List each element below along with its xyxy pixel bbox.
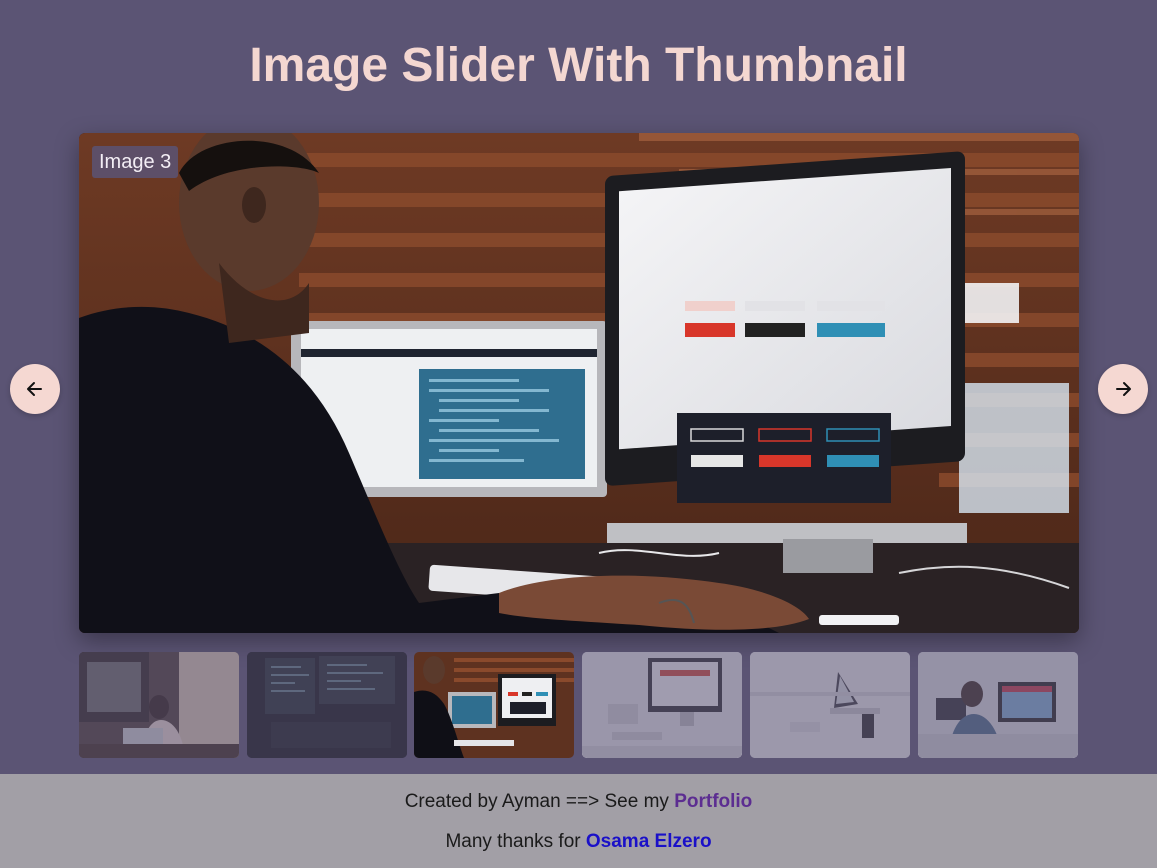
footer-thanks-line: Many thanks for Osama Elzero [0, 830, 1157, 854]
footer-credit-line: Created by Ayman ==> See my Portfolio [0, 790, 1157, 814]
thumbnail-6[interactable] [918, 652, 1078, 758]
next-slide-button[interactable] [1098, 364, 1148, 414]
slider-main-image: Image 3 [79, 133, 1079, 633]
slide-photo [79, 133, 1079, 633]
page-title: Image Slider With Thumbnail [249, 39, 908, 92]
thumbnail-3[interactable] [414, 652, 574, 758]
slide-caption: Image 3 [92, 146, 179, 178]
osama-elzero-link[interactable]: Osama Elzero [586, 831, 712, 852]
arrow-right-icon [1116, 382, 1131, 396]
arrow-left-icon [27, 382, 42, 396]
thumbnail-2[interactable] [247, 652, 407, 758]
thumbnail-image [414, 652, 574, 758]
thumbnail-strip [79, 652, 1079, 758]
footer-credit-text: Created by Ayman ==> See my [404, 791, 675, 812]
thumbnail-4[interactable] [582, 652, 742, 758]
footer-thanks-text: Many thanks for [445, 831, 586, 852]
thumbnail-1[interactable] [79, 652, 239, 758]
page-footer: Created by Ayman ==> See my Portfolio Ma… [0, 774, 1157, 868]
portfolio-link[interactable]: Portfolio [674, 791, 752, 812]
prev-slide-button[interactable] [10, 364, 60, 414]
thumbnail-5[interactable] [750, 652, 910, 758]
